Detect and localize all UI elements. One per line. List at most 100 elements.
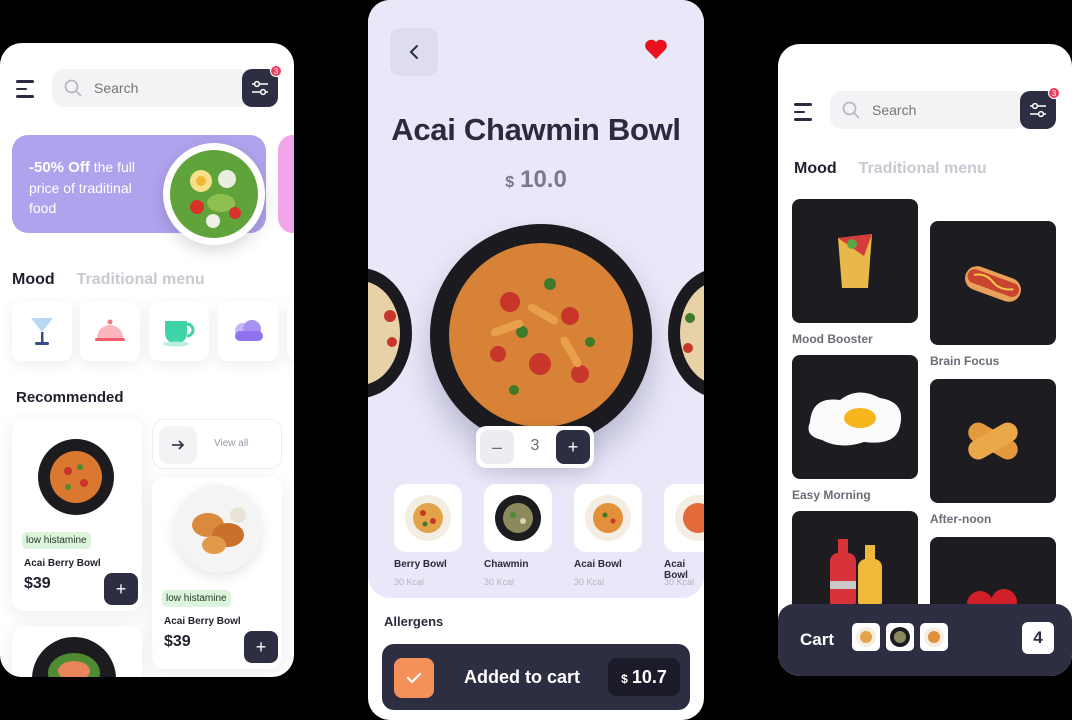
promo-banner[interactable]: -50% Off the full price of traditinal fo… bbox=[12, 135, 266, 245]
category-tabs: Mood Traditional menu bbox=[794, 160, 987, 178]
cocktail-glass-icon bbox=[31, 318, 53, 345]
chevron-left-icon bbox=[409, 45, 418, 59]
menu-icon[interactable] bbox=[794, 103, 814, 121]
search-field[interactable] bbox=[872, 102, 992, 118]
tile-label: Brain Focus bbox=[930, 354, 1000, 368]
teacup-icon bbox=[163, 321, 195, 347]
tab-traditional-menu[interactable]: Traditional menu bbox=[77, 271, 205, 289]
burrito-icon bbox=[838, 234, 872, 288]
tile-label: Mood Booster bbox=[792, 332, 873, 346]
thumb-name: Acai Bowl bbox=[574, 559, 622, 570]
chawmin-image bbox=[495, 495, 541, 541]
item-price: $39 bbox=[164, 633, 191, 650]
heart-icon bbox=[645, 39, 667, 59]
tab-traditional-menu[interactable]: Traditional menu bbox=[859, 160, 987, 178]
promo-discount: -50% Off bbox=[29, 159, 90, 176]
tab-mood[interactable]: Mood bbox=[794, 160, 837, 178]
allergens-heading: Allergens bbox=[384, 614, 444, 629]
acai-bowl-image bbox=[675, 495, 704, 541]
item-name: Acai Berry Bowl bbox=[164, 616, 241, 627]
fried-egg-icon bbox=[808, 392, 902, 446]
sliders-icon bbox=[252, 80, 268, 96]
prev-dish-image[interactable] bbox=[368, 268, 412, 398]
thumb-name: Chawmin bbox=[484, 559, 529, 570]
next-promo-banner[interactable] bbox=[278, 135, 294, 233]
thumb-berry-bowl[interactable] bbox=[394, 484, 462, 552]
search-input[interactable] bbox=[52, 69, 252, 107]
view-all-label: View all bbox=[214, 438, 249, 449]
food-card[interactable] bbox=[12, 627, 142, 677]
search-field[interactable] bbox=[94, 80, 214, 96]
tile-label: Easy Morning bbox=[792, 488, 871, 502]
pasta-plate-image bbox=[38, 439, 114, 515]
recommended-title: Recommended bbox=[16, 389, 124, 406]
back-button[interactable] bbox=[390, 28, 438, 76]
food-card[interactable]: low histamine Acai Berry Bowl $39 + bbox=[12, 419, 142, 611]
cart-label: Cart bbox=[800, 630, 835, 649]
pasta-dish-image bbox=[430, 224, 652, 446]
search-icon bbox=[64, 79, 82, 97]
mood-tile-tea[interactable] bbox=[149, 301, 209, 361]
mood-tile-cocktail[interactable] bbox=[12, 301, 72, 361]
quantity-stepper: – 3 + bbox=[476, 426, 594, 468]
sauce-bottles-icon bbox=[830, 539, 882, 609]
next-dish-image[interactable] bbox=[668, 268, 704, 398]
cart-item-thumb bbox=[886, 623, 914, 651]
search-icon bbox=[842, 101, 860, 119]
category-tabs: Mood Traditional menu bbox=[12, 271, 205, 289]
added-to-cart-bar[interactable]: Added to cart $10.7 bbox=[382, 644, 690, 710]
view-all-button[interactable]: View all bbox=[152, 419, 282, 469]
home-screen: 3 -50% Off the full price of traditinal … bbox=[0, 43, 294, 677]
cart-panel[interactable]: Cart 4 bbox=[778, 604, 1072, 676]
promo-text: -50% Off the full price of traditinal fo… bbox=[29, 157, 159, 218]
filter-button[interactable]: 3 bbox=[1020, 87, 1060, 129]
arrow-right-icon bbox=[159, 426, 197, 464]
diet-tag: low histamine bbox=[22, 532, 91, 549]
thumb-kcal: 30 Kcal bbox=[394, 577, 425, 587]
acai-bowl-image bbox=[585, 495, 631, 541]
bread-icon bbox=[968, 422, 1018, 460]
check-icon bbox=[394, 658, 434, 698]
item-name: Acai Berry Bowl bbox=[24, 558, 101, 569]
price-value: 10.0 bbox=[520, 166, 567, 193]
increase-button[interactable]: + bbox=[556, 430, 590, 464]
mood-tile-cloche[interactable] bbox=[80, 301, 140, 361]
thumb-acai-bowl[interactable] bbox=[574, 484, 642, 552]
diet-tag: low histamine bbox=[162, 590, 231, 607]
tile-label: After-noon bbox=[930, 512, 992, 526]
added-to-cart-label: Added to cart bbox=[464, 667, 581, 687]
mood-screen: 3 Mood Traditional menu Mood Booster Eas… bbox=[778, 44, 1072, 676]
thumb-kcal: 30 Kcal bbox=[664, 577, 695, 587]
thumb-acai-bowl-2[interactable] bbox=[664, 484, 704, 552]
mood-tile-more[interactable] bbox=[287, 301, 294, 361]
thumb-kcal: 30 Kcal bbox=[484, 577, 515, 587]
mood-tile-brain-focus[interactable] bbox=[930, 221, 1056, 345]
food-card[interactable]: low histamine Acai Berry Bowl $39 + bbox=[152, 477, 282, 669]
cloche-icon bbox=[95, 319, 125, 341]
mood-tile-easy-morning[interactable] bbox=[792, 355, 918, 479]
mood-tile-after-noon[interactable] bbox=[930, 379, 1056, 503]
decrease-button[interactable]: – bbox=[480, 430, 514, 464]
hotdog-icon bbox=[965, 266, 1021, 302]
search-input[interactable] bbox=[830, 91, 1026, 129]
thumb-kcal: 30 Kcal bbox=[574, 577, 605, 587]
sliders-icon bbox=[1030, 102, 1046, 118]
item-price: $39 bbox=[24, 575, 51, 592]
mood-tile-mood-booster[interactable] bbox=[792, 199, 918, 323]
cart-item-thumb bbox=[852, 623, 880, 651]
product-hero: Acai Chawmin Bowl $10.0 – 3 + Berry Bowl… bbox=[368, 0, 704, 598]
favorite-button[interactable] bbox=[644, 38, 668, 65]
tab-mood[interactable]: Mood bbox=[12, 271, 55, 289]
add-to-cart-button[interactable]: + bbox=[104, 573, 138, 605]
thumb-chawmin[interactable] bbox=[484, 484, 552, 552]
cloud-icon bbox=[235, 320, 263, 341]
thumb-name: Berry Bowl bbox=[394, 559, 447, 570]
mood-tile-cloud[interactable] bbox=[218, 301, 278, 361]
menu-icon[interactable] bbox=[16, 80, 36, 98]
filter-badge: 3 bbox=[1048, 87, 1060, 99]
quantity-value: 3 bbox=[530, 437, 540, 454]
filter-button[interactable]: 3 bbox=[242, 65, 282, 107]
cart-total-value: 10.7 bbox=[631, 666, 667, 687]
cart-count: 4 bbox=[1022, 622, 1054, 654]
add-to-cart-button[interactable]: + bbox=[244, 631, 278, 663]
